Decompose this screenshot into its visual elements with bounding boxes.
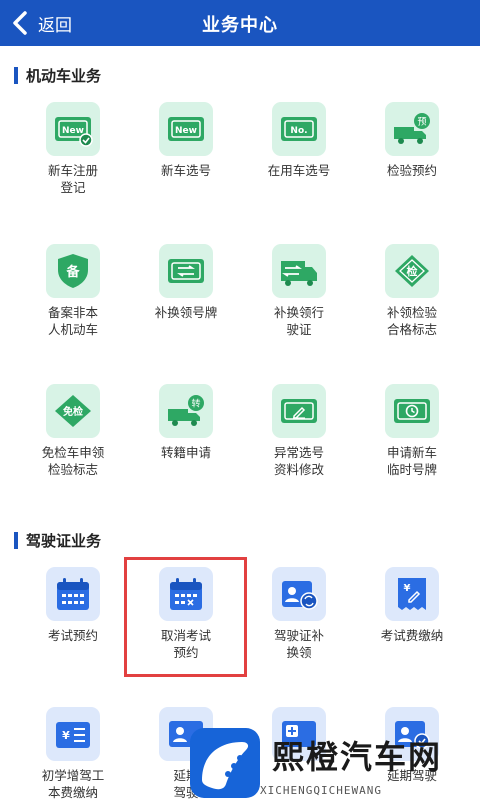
exempt-inspection-icon: 免检	[46, 384, 100, 438]
service-label: 延期 驾驶	[173, 768, 199, 800]
svg-text:备: 备	[65, 264, 80, 280]
service-label: 转籍申请	[160, 445, 211, 460]
car-plate-new-icon: New	[159, 102, 213, 156]
service-label: 补领检验 合格标志	[386, 305, 437, 337]
service-label: 初学增驾工 本费缴纳	[41, 768, 105, 800]
id-card-icon	[159, 707, 213, 761]
license-exchange-icon	[272, 244, 326, 298]
service-used-car-number[interactable]: No. 在用车选号	[242, 102, 356, 179]
service-label: 补换领号牌	[154, 305, 218, 320]
service-label: 新车注册 登记	[47, 163, 98, 195]
shield-record-icon: 备	[46, 244, 100, 298]
service-label: 申请新车 临时号牌	[386, 445, 437, 477]
service-label: 免检车申领 检验标志	[41, 445, 105, 477]
top-bar: 返回 业务中心	[0, 0, 480, 46]
service-label: 备案非本 人机动车	[47, 305, 98, 337]
svg-text:New: New	[62, 126, 84, 136]
id-card-exchange-icon	[272, 567, 326, 621]
service-exam-appointment[interactable]: 考试预约	[16, 567, 130, 644]
temporary-plate-icon	[385, 384, 439, 438]
svg-text:免检: 免检	[63, 405, 83, 418]
service-extend-driving[interactable]: 延期 驾驶	[129, 707, 243, 801]
fee-list-icon: ¥	[46, 707, 100, 761]
page-title: 业务中心	[202, 15, 278, 36]
car-plate-no-icon: No.	[272, 102, 326, 156]
service-label: 补换领行 驶证	[273, 305, 324, 337]
service-label: 异常选号 资料修改	[273, 445, 324, 477]
truck-transfer-icon: 转	[159, 384, 213, 438]
section-title-license: 驾驶证业务	[14, 530, 101, 550]
svg-text:预: 预	[417, 117, 426, 128]
service-beginner-fee-payment[interactable]: ¥ 初学增驾工 本费缴纳	[16, 707, 130, 801]
fee-receipt-icon: ¥	[385, 567, 439, 621]
service-replace-plate[interactable]: 补换领号牌	[129, 244, 243, 321]
svg-text:¥: ¥	[404, 583, 411, 594]
truck-appointment-icon: 预	[385, 102, 439, 156]
svg-text:¥: ¥	[62, 729, 70, 742]
service-label: 考试费缴纳	[380, 628, 444, 643]
calendar-icon	[46, 567, 100, 621]
service-label: 检验预约	[386, 163, 437, 178]
id-card-check-icon	[385, 707, 439, 761]
service-new-car-registration[interactable]: New 新车注册 登记	[16, 102, 130, 196]
service-abnormal-number-edit[interactable]: 异常选号 资料修改	[242, 384, 356, 478]
service-new-car-number[interactable]: New 新车选号	[129, 102, 243, 179]
service-exempt-inspection-mark[interactable]: 免检 免检车申领 检验标志	[16, 384, 130, 478]
service-replace-driver-license[interactable]: 驾驶证补 换领	[242, 567, 356, 661]
service-label: 在用车选号	[267, 163, 331, 178]
service-replace-inspection-mark[interactable]: 检 补领检验 合格标志	[355, 244, 469, 338]
service-label: 驾驶证补 换领	[273, 628, 324, 660]
section-accent-bar	[14, 531, 18, 549]
section-title-text: 驾驶证业务	[26, 531, 102, 550]
service-temporary-plate[interactable]: 申请新车 临时号牌	[355, 384, 469, 478]
service-replace-driving-permit[interactable]: 补换领行 驶证	[242, 244, 356, 338]
service-exam-fee-payment[interactable]: ¥ 考试费缴纳	[355, 567, 469, 644]
svg-text:New: New	[175, 126, 197, 136]
id-card-plus-icon	[272, 707, 326, 761]
edit-document-icon	[272, 384, 326, 438]
svg-text:No.: No.	[290, 126, 307, 136]
inspection-mark-icon: 检	[385, 244, 439, 298]
section-accent-bar	[14, 66, 18, 84]
service-label: 考试预约	[47, 628, 98, 643]
section-title-text: 机动车业务	[26, 66, 102, 85]
car-plate-new-check-icon: New	[46, 102, 100, 156]
service-inspection-appointment[interactable]: 预 检验预约	[355, 102, 469, 179]
highlight-box	[124, 557, 247, 677]
service-record-non-owner-vehicle[interactable]: 备 备案非本 人机动车	[16, 244, 130, 338]
svg-text:检: 检	[407, 264, 418, 278]
service-extend-driving-check[interactable]: 延期驾驶	[355, 707, 469, 784]
section-title-vehicle: 机动车业务	[14, 65, 101, 85]
service-label: 延期驾驶	[386, 768, 437, 783]
service-license-add[interactable]	[242, 707, 356, 767]
service-transfer-application[interactable]: 转 转籍申请	[129, 384, 243, 461]
service-label: 新车选号	[160, 163, 211, 178]
plate-exchange-icon	[159, 244, 213, 298]
svg-text:转: 转	[191, 398, 200, 410]
